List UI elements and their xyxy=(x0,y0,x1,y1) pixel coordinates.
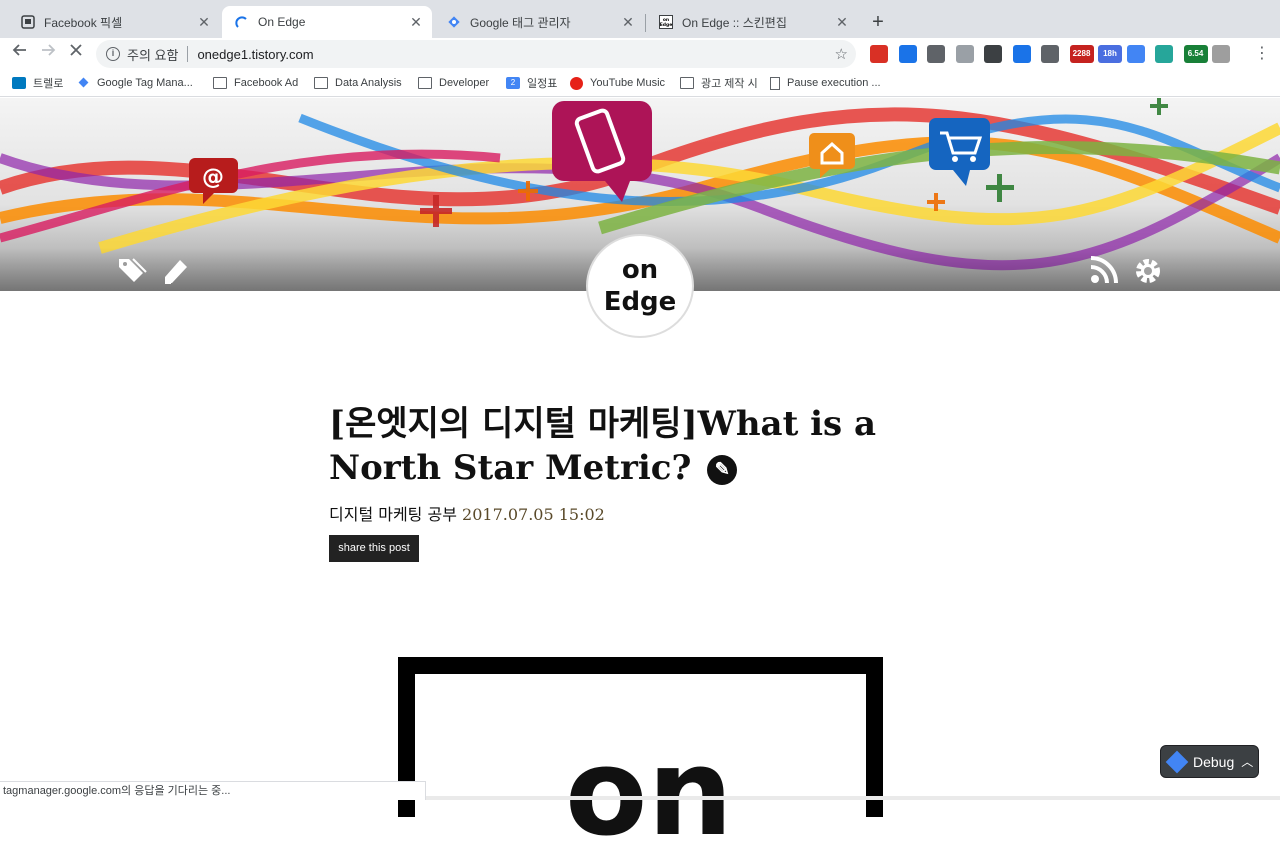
bookmark-folder-facebook-ad[interactable]: Facebook Ad xyxy=(213,74,298,92)
ext-eye-icon[interactable] xyxy=(1012,45,1031,63)
bookmark-folder-data-analysis[interactable]: Data Analysis xyxy=(314,74,402,92)
edit-pencil-icon[interactable]: ✎ xyxy=(707,455,738,485)
ext-speed-icon[interactable]: 6.54 xyxy=(1183,45,1208,63)
post-meta: 디지털 마케팅 공부 2017.07.05 15:02 xyxy=(329,501,605,525)
folder-icon xyxy=(418,77,432,89)
folder-icon xyxy=(213,77,227,89)
tab-google-tag-manager[interactable]: Google 태그 관리자 ✕ xyxy=(434,6,644,38)
folder-icon xyxy=(680,77,694,89)
ext-gmail-icon[interactable]: 2288 xyxy=(1069,45,1094,63)
bookmark-schedule[interactable]: 2 일정표 xyxy=(506,74,557,92)
ext-translate-icon[interactable] xyxy=(1126,45,1145,63)
info-icon[interactable]: i xyxy=(106,47,120,61)
bookmark-google-tag-manager[interactable]: Google Tag Mana... xyxy=(76,74,193,92)
facebook-pixel-icon xyxy=(20,14,36,30)
tab-skin-editor[interactable]: on Edge On Edge :: 스킨편집 ✕ xyxy=(646,6,858,38)
on-edge-icon: on Edge xyxy=(658,14,674,30)
ext-code-icon[interactable] xyxy=(955,45,974,63)
shopping-cart-bubble-icon xyxy=(929,118,990,186)
svg-text:@: @ xyxy=(202,165,224,190)
logo-line-1: on xyxy=(621,255,659,285)
back-button[interactable] xyxy=(8,42,32,66)
page-icon xyxy=(770,76,780,90)
ext-circle-icon[interactable] xyxy=(1155,45,1173,63)
trello-icon xyxy=(12,77,26,89)
google-tag-manager-icon xyxy=(446,14,462,30)
post-featured-image: on xyxy=(398,657,883,854)
folder-icon xyxy=(314,77,328,89)
divider xyxy=(187,46,189,62)
post-title: [온엣지의 디지털 마케팅]What is a North Star Metri… xyxy=(329,404,877,488)
post-category[interactable]: 디지털 마케팅 공부 xyxy=(329,505,457,524)
bookmark-star-icon[interactable]: ☆ xyxy=(835,45,848,63)
ext-blue-icon[interactable] xyxy=(898,45,917,63)
bookmark-youtube-music[interactable]: YouTube Music xyxy=(570,74,665,92)
address-bar[interactable]: i 주의 요함 onedge1.tistory.com ☆ xyxy=(96,40,856,68)
gtm-icon xyxy=(76,77,90,89)
chevron-up-icon: ︿ xyxy=(1241,755,1254,769)
share-post-button[interactable]: share this post xyxy=(329,535,419,562)
ext-red-gear-icon[interactable] xyxy=(870,45,888,63)
calendar-icon: 2 xyxy=(506,77,520,89)
gtm-diamond-icon xyxy=(1165,750,1189,773)
ext-avatar-icon[interactable] xyxy=(1212,45,1230,63)
close-tab-icon[interactable]: ✕ xyxy=(406,14,426,31)
url-text[interactable]: onedge1.tistory.com xyxy=(197,47,313,62)
ext-tool-icon[interactable] xyxy=(927,45,945,63)
bookmark-folder-developer[interactable]: Developer xyxy=(418,74,489,92)
svg-text:Edge: Edge xyxy=(660,22,673,28)
post-date: 2017.07.05 15:02 xyxy=(462,505,605,524)
forward-button[interactable] xyxy=(36,42,60,66)
bookmark-folder-ad-production[interactable]: 광고 제작 시 xyxy=(680,74,758,92)
close-tab-icon[interactable]: ✕ xyxy=(194,14,214,31)
status-bar: tagmanager.google.com의 응답을 기다리는 중... xyxy=(0,781,426,800)
menu-kebab-icon[interactable]: ⋮ xyxy=(1250,42,1274,66)
youtube-music-icon xyxy=(570,76,583,90)
write-post-icon[interactable] xyxy=(160,255,192,287)
browser-toolbar: i 주의 요함 onedge1.tistory.com ☆ 2288 18h 6.5… xyxy=(0,38,1280,70)
gtm-debug-button[interactable]: Debug ︿ xyxy=(1160,745,1259,778)
tab-facebook-pixel[interactable]: Facebook 픽셀 ✕ xyxy=(8,6,220,38)
ext-gauge-icon[interactable] xyxy=(1041,45,1059,63)
bookmarks-bar: 트렐로 Google Tag Mana... Facebook Ad Data … xyxy=(0,70,1280,97)
new-tab-button[interactable]: + xyxy=(866,10,890,34)
ext-save-icon[interactable] xyxy=(984,45,1002,63)
settings-gear-icon[interactable] xyxy=(1132,255,1164,287)
rss-icon[interactable] xyxy=(1088,255,1120,287)
ext-calendar-icon[interactable]: 18h xyxy=(1098,45,1122,63)
bookmark-trello[interactable]: 트렐로 xyxy=(12,74,63,92)
security-label[interactable]: 주의 요함 xyxy=(127,45,178,64)
tag-icon[interactable] xyxy=(116,255,148,287)
logo-line-2: Edge xyxy=(603,287,677,317)
tab-strip: Facebook 픽셀 ✕ On Edge ✕ Google 태그 관리자 ✕ … xyxy=(0,0,1280,38)
loading-spinner-icon xyxy=(234,14,250,30)
image-logo-text: on xyxy=(565,724,733,863)
close-tab-icon[interactable]: ✕ xyxy=(832,14,852,31)
blog-logo[interactable]: on Edge xyxy=(586,234,694,338)
close-tab-icon[interactable]: ✕ xyxy=(618,14,638,31)
stop-loading-button[interactable] xyxy=(64,42,88,66)
bookmark-pause-execution[interactable]: Pause execution ... xyxy=(770,74,881,92)
tab-on-edge[interactable]: On Edge ✕ xyxy=(222,6,432,38)
image-frame: on xyxy=(415,674,866,854)
